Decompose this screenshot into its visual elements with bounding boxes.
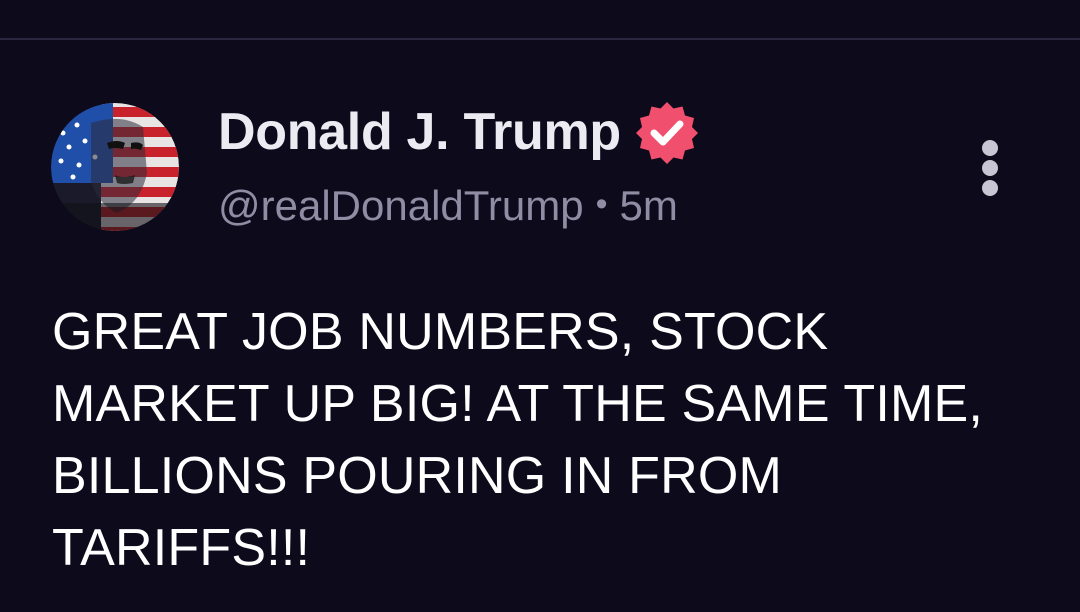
post-card[interactable]: Donald J. Trump @realDonaldTrump • 5m GR…: [0, 40, 1080, 612]
ellipsis-dot: [982, 180, 998, 196]
flag-portrait-avatar-icon: [51, 103, 179, 231]
ellipsis-dot: [982, 160, 998, 176]
vertical-ellipsis-icon: [982, 140, 998, 156]
more-options-button[interactable]: [968, 136, 1014, 202]
author-avatar[interactable]: [51, 103, 179, 231]
verified-badge-icon: [635, 102, 698, 164]
post-body-text: GREAT JOB NUMBERS, STOCK MARKET UP BIG! …: [52, 303, 984, 577]
meta-separator: •: [595, 185, 608, 223]
post-timestamp[interactable]: 5m: [619, 185, 677, 227]
author-display-name[interactable]: Donald J. Trump: [218, 106, 621, 158]
author-handle[interactable]: @realDonaldTrump: [218, 185, 584, 227]
author-meta-row: @realDonaldTrump • 5m: [218, 180, 678, 232]
author-name-row: Donald J. Trump: [218, 102, 699, 164]
